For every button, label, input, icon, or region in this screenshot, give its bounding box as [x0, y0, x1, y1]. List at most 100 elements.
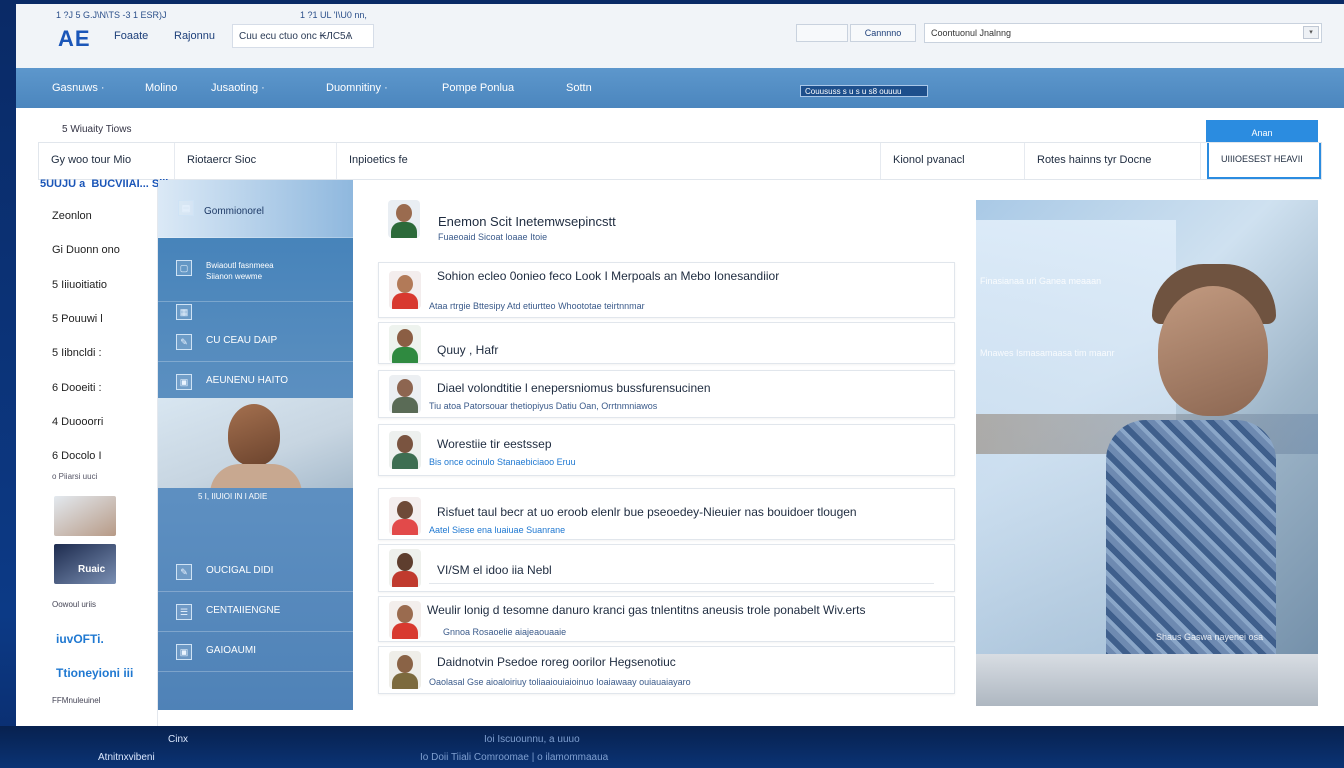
avatar[interactable] — [389, 375, 421, 413]
sidebar-item-7[interactable]: 4 Duooorri — [52, 416, 103, 428]
sidebar-link-a[interactable]: iuvOFTi. — [56, 632, 104, 646]
feed-item-title[interactable]: Quuy , Hafr — [437, 343, 498, 357]
document-icon: ▤ — [178, 200, 194, 216]
main-nav: Gasnuws · Molino Jusaoting · Duomnitiny … — [16, 68, 1344, 108]
panel-row-label: OUCIGAL DIDI — [206, 565, 274, 576]
breadcrumb[interactable]: 5 Wiuaity Tiows — [62, 124, 131, 135]
sidebar-item-2[interactable]: Gi Duonn ono — [52, 244, 120, 256]
sidebar-item-1[interactable]: Zeonlon — [52, 210, 92, 222]
avatar[interactable]: Ruaic — [54, 544, 116, 584]
person-shoulder-shape — [210, 464, 302, 488]
top-crumb-secondary: 1 ?1 UL 'I\U0 nn, — [300, 10, 367, 20]
top-blank-button[interactable] — [796, 24, 848, 42]
left-sidebar: Zeonlon Gi Duonn ono 5 Iiiuoitiatio 5 Po… — [38, 180, 158, 726]
top-link-1[interactable]: Foaate — [114, 30, 148, 42]
avatar[interactable] — [389, 601, 421, 639]
square-icon: ▢ — [176, 260, 192, 276]
feed-item-sub: Tiu atoa Patorsouar thetiopiyus Datiu Oa… — [429, 401, 658, 411]
feed-item[interactable]: Worestiie tir eestssep Bis once ocinulo … — [378, 424, 955, 476]
chevron-down-icon[interactable]: ▾ — [1303, 26, 1319, 39]
nav-item-4[interactable]: Duomnitiny · — [326, 82, 388, 94]
thumb-note: Oowoul uriis — [52, 600, 97, 609]
panel-photo — [158, 398, 353, 488]
top-primary-button[interactable]: Cannnno — [850, 24, 916, 42]
panel-row-4[interactable]: ☰ CENTAIIENGNE — [158, 592, 353, 632]
hero-desk — [976, 654, 1318, 706]
feed-item-title[interactable]: Worestiie tir eestssep — [437, 437, 552, 451]
hero-overlay-text: Shaus Gaswa nayenei osa — [1156, 632, 1264, 642]
panel-row-2[interactable]: ▣ AEUNENU HAITO — [158, 362, 353, 402]
sidebar-item-8[interactable]: 6 Docolo I — [52, 450, 102, 462]
feed-item[interactable]: Sohion ecleo 0onieo feco Look I Merpoals… — [378, 262, 955, 318]
nav-item-6[interactable]: Sottn — [566, 82, 592, 94]
feed-item-title[interactable]: VI/SM el idoo iia Nebl — [437, 563, 552, 577]
feed-item[interactable]: Diael volondtitie l enepersniomus bussfu… — [378, 370, 955, 418]
panel-row-5[interactable]: ▣ GAIOAUMI — [158, 632, 353, 672]
sidebar-item-6[interactable]: 6 Dooeiti : — [52, 382, 102, 394]
hero-photo[interactable]: Finasianaa uri Ganea meaaan Mnawes Ismas… — [976, 200, 1318, 706]
feed-item-title[interactable]: Sohion ecleo 0onieo feco Look I Merpoals… — [437, 269, 779, 283]
feed-item[interactable]: Quuy , Hafr — [378, 322, 955, 364]
top-crumb: 1 ?J 5 G.J\N\TS -3 1 ESR)J — [56, 10, 167, 20]
tab-bar: Gy woo tour Mio Riotaercr Sioc Inpioetic… — [38, 142, 1322, 180]
search-input[interactable]: Cuu ecu ctuo onc ₭ЛС5Ѧ — [232, 24, 374, 48]
tab-5[interactable]: Rotes hainns tyr Docne — [1025, 143, 1201, 179]
tab-4[interactable]: Kionol pvanacl — [881, 143, 1025, 179]
category-panel: ▤ Gommionorel ▢ Bwiaoutl fasnmeea Siiano… — [158, 180, 353, 710]
hero-overlay-text: Mnawes Ismasamaasa tim maanr — [980, 348, 1115, 358]
divider — [429, 583, 934, 584]
hero-face — [1158, 286, 1268, 416]
sidebar-link-b[interactable]: Ttioneyioni iii — [56, 666, 133, 680]
image-icon: ▣ — [176, 644, 192, 660]
app-logo[interactable]: AE — [58, 26, 91, 52]
thumb-caption: Ruaic — [78, 564, 106, 575]
avatar[interactable] — [388, 200, 420, 238]
tab-6-active[interactable]: UIIIOESEST HEAVII — [1207, 143, 1321, 179]
panel-subheader[interactable]: ▢ Bwiaoutl fasnmeea Siianon wewme — [158, 238, 353, 302]
panel-header[interactable]: ▤ Gommionorel — [158, 180, 353, 238]
sidebar-item-3[interactable]: 5 Iiiuoitiatio — [52, 279, 107, 291]
avatar[interactable] — [389, 497, 421, 535]
hero-overlay-text: Finasianaa uri Ganea meaaan — [980, 276, 1102, 286]
feed-item[interactable]: Risfuet taul becr at uo eroob elenlr bue… — [378, 488, 955, 540]
panel-row-1[interactable]: ✎ CU CEAU DAIP — [158, 322, 353, 362]
avatar[interactable] — [389, 271, 421, 309]
address-field[interactable]: Coontuonul Jnalnng ▾ — [924, 23, 1322, 43]
sidebar-note: o Piiarsi uuci — [52, 472, 98, 481]
nav-item-3[interactable]: Jusaoting · — [211, 82, 265, 94]
avatar[interactable] — [389, 325, 421, 363]
nav-item-2[interactable]: Molino — [145, 82, 177, 94]
feed-item-title[interactable]: Daidnotvin Psedoe roreg oorilor Hegsenot… — [437, 655, 676, 669]
taskbar-app[interactable]: Atnitnxvibeni — [98, 752, 155, 763]
panel-row-3[interactable]: ✎ OUCIGAL DIDI — [158, 552, 353, 592]
sidebar-bottom-note: FFMnuleuinel — [52, 696, 101, 705]
feed-item[interactable]: VI/SM el idoo iia Nebl — [378, 544, 955, 592]
person-face-shape — [228, 404, 280, 466]
edit-icon: ✎ — [176, 334, 192, 350]
taskbar-label[interactable]: Cinx — [168, 734, 188, 745]
nav-item-1[interactable]: Gasnuws · — [52, 82, 105, 94]
avatar[interactable] — [389, 549, 421, 587]
feed-item-sub: Gnnoa Rosaoelie aiajeaouaaie — [443, 627, 567, 637]
tab-3[interactable]: Inpioetics fe — [337, 143, 881, 179]
feed-item-title[interactable]: Enemon Scit Inetemwsepincstt — [438, 214, 616, 229]
feed-item-title[interactable]: Weulir lonig d tesomne danuro kranci gas… — [427, 603, 865, 617]
feed-item-sub: Aatel Siese ena luaiuae Suanrane — [429, 525, 566, 535]
feed-item-title[interactable]: Diael volondtitie l enepersniomus bussfu… — [437, 381, 711, 395]
avatar[interactable] — [389, 431, 421, 469]
nav-item-5[interactable]: Pompe Ponlua — [442, 82, 514, 94]
address-value: Coontuonul Jnalnng — [931, 28, 1012, 38]
feed-item[interactable]: Weulir lonig d tesomne danuro kranci gas… — [378, 596, 955, 642]
sidebar-item-5[interactable]: 5 Iibncldi : — [52, 347, 102, 359]
avatar[interactable] — [389, 651, 421, 689]
tab-2[interactable]: Riotaercr Sioc — [175, 143, 337, 179]
grid-icon: ▦ — [176, 304, 192, 320]
tab-1[interactable]: Gy woo tour Mio — [39, 143, 175, 179]
feed-header[interactable]: Enemon Scit Inetemwsepincstt Fuaeoaid Si… — [378, 194, 955, 246]
app-window: 1 ?J 5 G.J\N\TS -3 1 ESR)J 1 ?1 UL 'I\U0… — [16, 4, 1344, 726]
avatar[interactable] — [54, 496, 116, 536]
feed-item-title[interactable]: Risfuet taul becr at uo eroob elenlr bue… — [437, 505, 857, 519]
feed-item[interactable]: Daidnotvin Psedoe roreg oorilor Hegsenot… — [378, 646, 955, 694]
sidebar-item-4[interactable]: 5 Pouuwi l — [52, 313, 103, 325]
top-link-2[interactable]: Rajonnu — [174, 30, 215, 42]
